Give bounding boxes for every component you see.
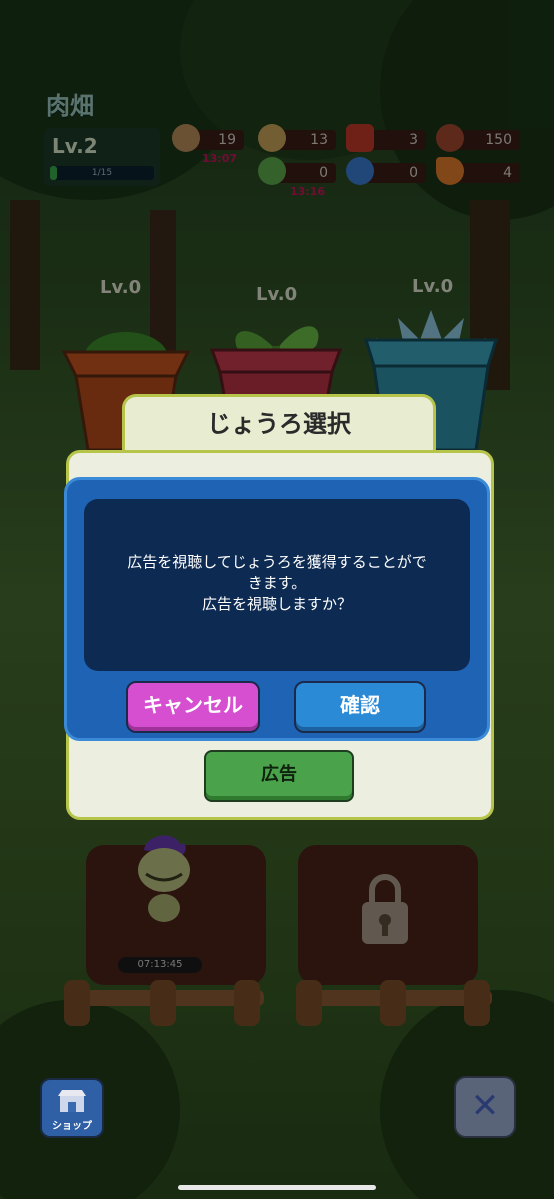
- dialog-message-line: きます。: [247, 574, 307, 592]
- dialog-message-line: 広告を視聴してじょうろを獲得することがで: [127, 553, 427, 571]
- shop-label: ショップ: [52, 1121, 92, 1132]
- home-indicator[interactable]: [178, 1185, 376, 1190]
- panel-title: じょうろ選択: [207, 410, 351, 438]
- close-button[interactable]: ✕: [454, 1076, 516, 1138]
- confirm-button[interactable]: 確認: [294, 681, 426, 733]
- shop-button[interactable]: ショップ: [40, 1078, 104, 1138]
- watch-ad-button[interactable]: 広告: [204, 750, 354, 802]
- dialog-message-line: 広告を視聴しますか？: [201, 595, 352, 613]
- cancel-button[interactable]: キャンセル: [126, 681, 260, 733]
- shop-icon: [56, 1088, 88, 1114]
- dialog-message: 広告を視聴してじょうろを獲得することがで きます。 広告を視聴しますか？: [96, 552, 458, 615]
